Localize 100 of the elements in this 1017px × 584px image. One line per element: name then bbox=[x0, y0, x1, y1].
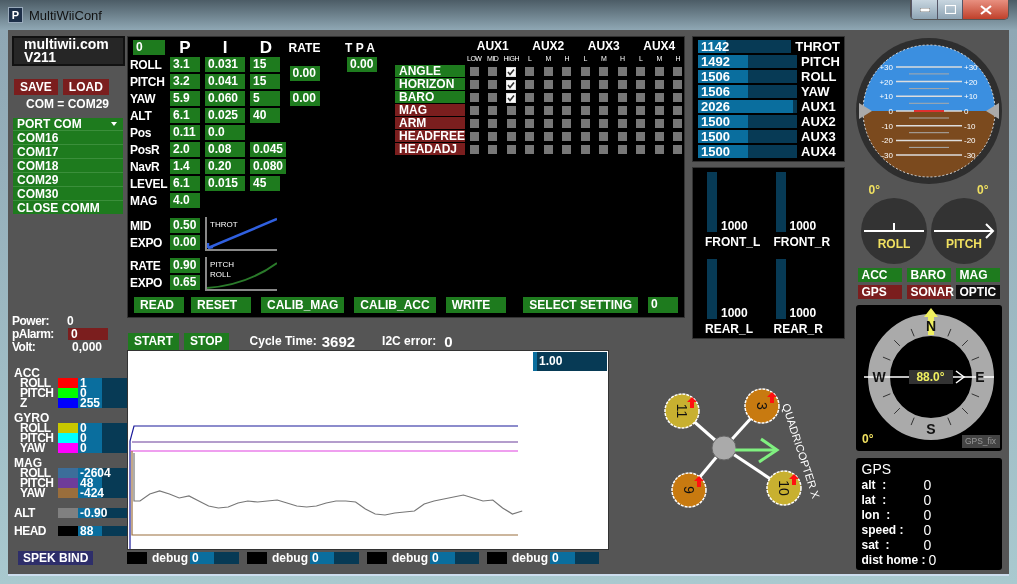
action-button[interactable]: CALIB_MAG bbox=[261, 297, 345, 313]
p-field[interactable]: 6.1 bbox=[170, 176, 200, 191]
i-field[interactable]: 0.0 bbox=[205, 125, 245, 140]
d-field[interactable]: 15 bbox=[250, 74, 280, 89]
aux-checkbox[interactable] bbox=[506, 145, 516, 154]
aux-checkbox[interactable] bbox=[636, 80, 646, 89]
aux-checkbox[interactable] bbox=[543, 93, 553, 102]
close-button[interactable] bbox=[962, 0, 1008, 19]
profile-field[interactable]: 0 bbox=[133, 40, 165, 55]
aux-checkbox[interactable] bbox=[617, 106, 627, 115]
maximize-button[interactable] bbox=[937, 0, 962, 19]
aux-checkbox[interactable] bbox=[488, 119, 498, 128]
aux-checkbox[interactable] bbox=[617, 145, 627, 154]
aux-checkbox[interactable] bbox=[525, 106, 535, 115]
port-item[interactable]: COM18 bbox=[13, 158, 123, 172]
i-field[interactable]: 0.08 bbox=[205, 142, 245, 157]
aux-checkbox[interactable] bbox=[599, 106, 609, 115]
aux-checkbox[interactable] bbox=[562, 80, 572, 89]
aux-checkbox[interactable] bbox=[599, 93, 609, 102]
aux-checkbox[interactable] bbox=[506, 66, 517, 77]
aux-checkbox[interactable] bbox=[469, 93, 479, 102]
aux-checkbox[interactable] bbox=[562, 145, 572, 154]
rate-field[interactable]: 0.00 bbox=[289, 65, 320, 81]
action-button[interactable]: READ bbox=[134, 297, 184, 313]
aux-checkbox[interactable] bbox=[673, 132, 683, 141]
aux-checkbox[interactable] bbox=[562, 93, 572, 102]
aux-checkbox[interactable] bbox=[469, 80, 479, 89]
aux-checkbox[interactable] bbox=[580, 93, 590, 102]
start-button[interactable]: START bbox=[128, 332, 180, 350]
d-field[interactable]: 5 bbox=[250, 91, 280, 106]
aux-checkbox[interactable] bbox=[654, 106, 664, 115]
d-field[interactable]: 40 bbox=[250, 108, 280, 123]
alarm-field[interactable]: 0 bbox=[68, 327, 108, 340]
aux-checkbox[interactable] bbox=[636, 93, 646, 102]
aux-checkbox[interactable] bbox=[599, 132, 609, 141]
aux-checkbox[interactable] bbox=[525, 145, 535, 154]
aux-checkbox[interactable] bbox=[506, 132, 516, 141]
i-field[interactable]: 0.015 bbox=[205, 176, 245, 191]
p-field[interactable]: 2.0 bbox=[170, 142, 200, 157]
aux-checkbox[interactable] bbox=[617, 67, 627, 76]
aux-checkbox[interactable] bbox=[543, 132, 553, 141]
expo-field[interactable]: 0.90 bbox=[170, 258, 200, 273]
action-button[interactable]: RESET bbox=[191, 297, 251, 313]
aux-checkbox[interactable] bbox=[580, 106, 590, 115]
aux-checkbox[interactable] bbox=[617, 80, 627, 89]
aux-checkbox[interactable] bbox=[580, 80, 590, 89]
aux-checkbox[interactable] bbox=[562, 67, 572, 76]
port-item[interactable]: COM16 bbox=[13, 130, 123, 144]
aux-checkbox[interactable] bbox=[543, 80, 553, 89]
aux-checkbox[interactable] bbox=[654, 93, 664, 102]
aux-checkbox[interactable] bbox=[506, 119, 516, 128]
d-field[interactable]: 15 bbox=[250, 57, 280, 72]
p-field[interactable]: 6.1 bbox=[170, 108, 200, 123]
p-field[interactable]: 4.0 bbox=[170, 193, 200, 208]
d-field[interactable]: 0.045 bbox=[250, 142, 287, 157]
port-item[interactable]: COM17 bbox=[13, 144, 123, 158]
aux-checkbox[interactable] bbox=[469, 106, 479, 115]
aux-checkbox[interactable] bbox=[469, 67, 479, 76]
aux-checkbox[interactable] bbox=[525, 80, 535, 89]
aux-checkbox[interactable] bbox=[636, 119, 646, 128]
i-field[interactable]: 0.060 bbox=[205, 91, 245, 106]
minimize-button[interactable] bbox=[911, 0, 937, 19]
aux-checkbox[interactable] bbox=[488, 80, 498, 89]
stop-button[interactable]: STOP bbox=[184, 332, 229, 350]
aux-checkbox[interactable] bbox=[506, 106, 516, 115]
aux-checkbox[interactable] bbox=[562, 132, 572, 141]
expo-field[interactable]: 0.50 bbox=[170, 218, 200, 233]
aux-checkbox[interactable] bbox=[654, 132, 664, 141]
aux-checkbox[interactable] bbox=[525, 93, 535, 102]
spek-bind-button[interactable]: SPEK BIND bbox=[18, 551, 94, 565]
aux-checkbox[interactable] bbox=[488, 132, 498, 141]
p-field[interactable]: 0.11 bbox=[170, 125, 200, 140]
action-button[interactable]: WRITE bbox=[445, 297, 506, 313]
aux-checkbox[interactable] bbox=[488, 93, 498, 102]
aux-checkbox[interactable] bbox=[673, 145, 683, 154]
i-field[interactable]: 0.031 bbox=[205, 57, 245, 72]
aux-checkbox[interactable] bbox=[525, 119, 535, 128]
aux-checkbox[interactable] bbox=[636, 132, 646, 141]
p-field[interactable]: 3.2 bbox=[170, 74, 200, 89]
aux-checkbox[interactable] bbox=[599, 80, 609, 89]
file-button[interactable]: SAVE bbox=[14, 79, 58, 95]
aux-checkbox[interactable] bbox=[488, 145, 498, 154]
aux-checkbox[interactable] bbox=[469, 145, 479, 154]
port-item[interactable]: COM29 bbox=[13, 172, 123, 186]
aux-checkbox[interactable] bbox=[543, 106, 553, 115]
aux-checkbox[interactable] bbox=[654, 119, 664, 128]
aux-checkbox[interactable] bbox=[636, 145, 646, 154]
aux-checkbox[interactable] bbox=[599, 145, 609, 154]
aux-checkbox[interactable] bbox=[673, 106, 683, 115]
aux-checkbox[interactable] bbox=[525, 67, 535, 76]
port-dropdown[interactable]: PORT COM bbox=[13, 118, 123, 130]
aux-checkbox[interactable] bbox=[488, 67, 498, 76]
aux-checkbox[interactable] bbox=[654, 80, 664, 89]
i-field[interactable]: 0.041 bbox=[205, 74, 245, 89]
aux-checkbox[interactable] bbox=[617, 132, 627, 141]
aux-checkbox[interactable] bbox=[525, 132, 535, 141]
aux-checkbox[interactable] bbox=[673, 80, 683, 89]
port-item[interactable]: CLOSE COMM bbox=[13, 200, 123, 214]
aux-checkbox[interactable] bbox=[673, 67, 683, 76]
port-item[interactable]: COM30 bbox=[13, 186, 123, 200]
